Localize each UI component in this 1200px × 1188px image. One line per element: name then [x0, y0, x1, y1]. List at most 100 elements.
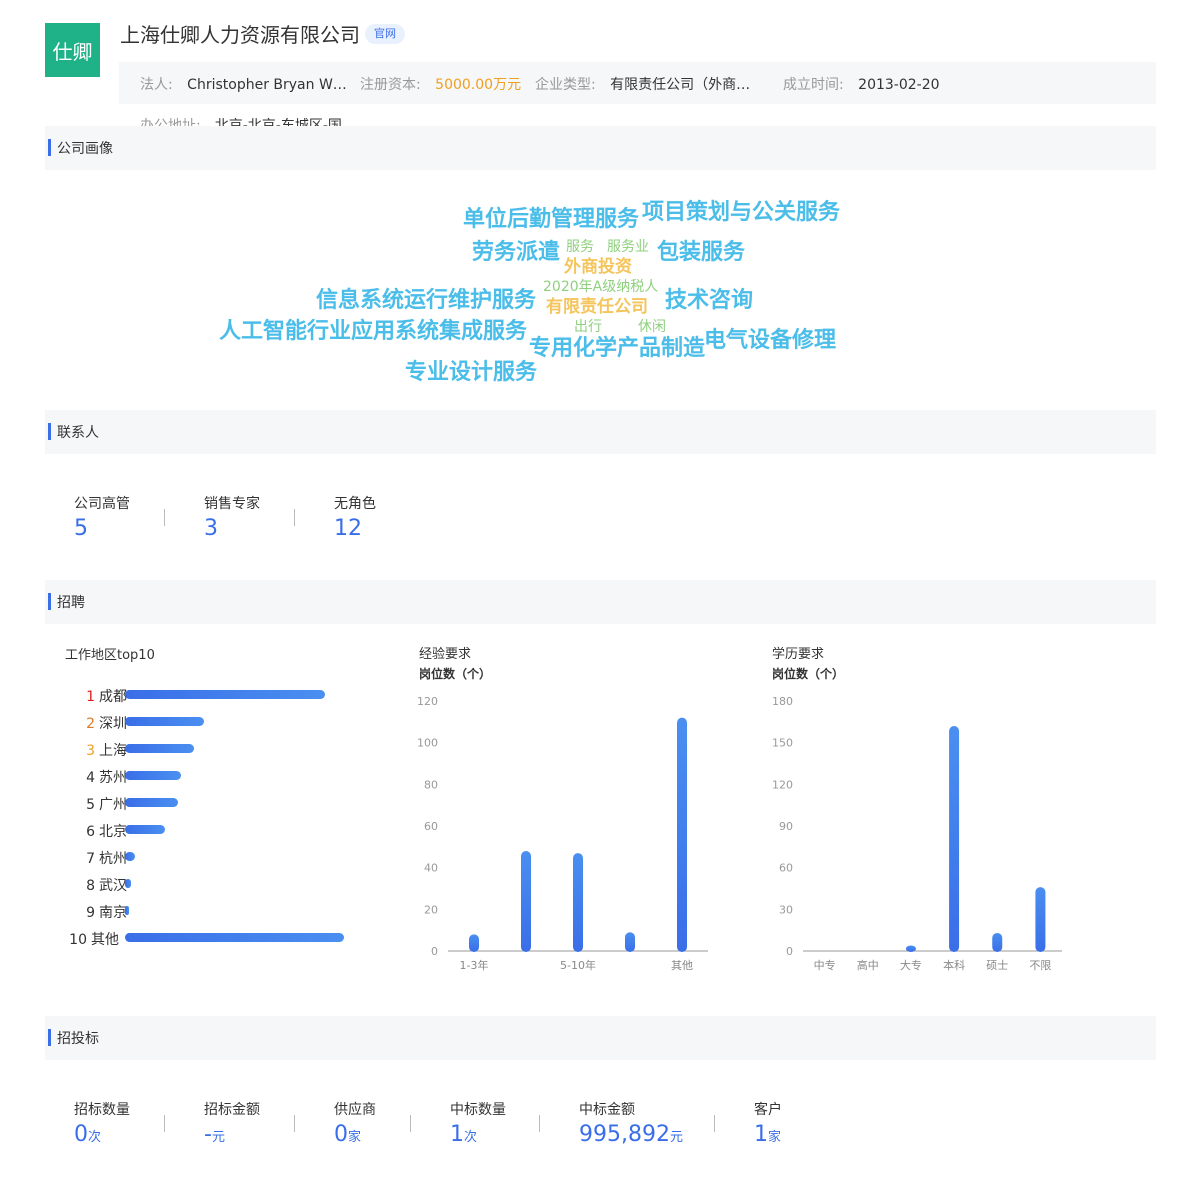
tag-word[interactable]: 专业设计服务 [405, 362, 537, 384]
bar[interactable] [573, 853, 583, 952]
region-rank: 10 [69, 932, 87, 948]
bar[interactable] [677, 717, 687, 952]
tag-word[interactable]: 技术咨询 [665, 290, 753, 312]
y-tick-label: 60 [779, 862, 793, 875]
region-row: 2 深圳 [75, 713, 127, 733]
region-name: 北京 [99, 824, 127, 840]
stat-label: 无角色 [334, 496, 376, 512]
tag-word[interactable]: 专用化学产品制造 [529, 338, 705, 360]
region-bar[interactable] [125, 771, 181, 780]
bid-stat-tender-amount[interactable]: 招标金额 -元 [204, 1099, 260, 1147]
bar[interactable] [469, 934, 479, 952]
tag-word[interactable]: 2020年A级纳税人 [543, 280, 658, 294]
region-rank: 4 [86, 770, 95, 786]
tag-word[interactable]: 有限责任公司 [546, 299, 648, 316]
stat-number: 1 [450, 1122, 464, 1147]
section-bidding: 招投标 [45, 1016, 1156, 1060]
y-tick-label: 80 [424, 778, 438, 791]
region-rank: 3 [86, 743, 95, 759]
section-accent-bar [48, 423, 51, 440]
tag-word[interactable]: 信息系统运行维护服务 [316, 290, 536, 312]
region-rank: 6 [86, 824, 95, 840]
region-chart-title: 工作地区top10 [65, 648, 155, 663]
bid-stat-customers[interactable]: 客户 1家 [754, 1099, 782, 1147]
tag-word[interactable]: 单位后勤管理服务 [463, 209, 639, 231]
stat-value: 5 [74, 516, 88, 541]
region-bar[interactable] [125, 690, 325, 699]
experience-chart-title: 经验要求 [419, 647, 472, 662]
bid-stat-tender-count[interactable]: 招标数量 0次 [74, 1099, 130, 1147]
office-address-label: 办公地址: [140, 118, 201, 126]
stat-value: 0家 [334, 1122, 376, 1147]
tag-word[interactable]: 休闲 [638, 320, 666, 334]
contact-stat-sales[interactable]: 销售专家 3 [204, 493, 260, 541]
region-bar[interactable] [125, 933, 344, 942]
stat-divider [294, 509, 295, 526]
stat-divider [410, 1115, 411, 1132]
region-name: 武汉 [99, 878, 127, 894]
bar[interactable] [625, 932, 635, 952]
tag-word[interactable]: 劳务派遣 [472, 242, 560, 264]
stat-divider [164, 509, 165, 526]
region-name: 其他 [91, 932, 119, 948]
company-type-label: 企业类型: [535, 77, 596, 93]
region-name: 南京 [99, 905, 127, 921]
region-bar[interactable] [125, 825, 165, 834]
bid-stat-win-amount[interactable]: 中标金额 995,892元 [579, 1099, 683, 1147]
x-tick-label: 硕士 [986, 959, 1008, 972]
tag-word[interactable]: 电气设备修理 [704, 330, 836, 352]
region-row: 6 北京 [75, 821, 127, 841]
established: 成立时间: 2013-02-20 [783, 74, 940, 94]
region-rank: 9 [86, 905, 95, 921]
bar[interactable] [521, 851, 531, 952]
tag-word[interactable]: 包装服务 [657, 242, 745, 264]
tag-word[interactable]: 服务业 [607, 240, 649, 254]
tag-word[interactable]: 人工智能行业应用系统集成服务 [219, 321, 527, 343]
region-bar[interactable] [125, 906, 129, 915]
tag-word[interactable]: 出行 [574, 320, 602, 334]
stat-unit: 家 [348, 1130, 362, 1145]
reg-capital-value: 5000.00万元 [435, 77, 522, 93]
region-bar[interactable] [125, 852, 135, 861]
office-address-value: 北京-北京-东城区-国 [214, 118, 342, 126]
stat-label: 中标数量 [450, 1102, 506, 1118]
y-tick-label: 90 [779, 820, 793, 833]
stat-value: 1次 [450, 1122, 506, 1147]
x-tick-label: 不限 [1029, 959, 1051, 972]
tag-word[interactable]: 外商投资 [564, 259, 632, 276]
bid-stat-suppliers[interactable]: 供应商 0家 [334, 1099, 376, 1147]
stat-label: 招标金额 [204, 1102, 260, 1118]
established-value: 2013-02-20 [858, 77, 940, 93]
y-tick-label: 20 [424, 903, 438, 916]
contact-stat-no-role[interactable]: 无角色 12 [334, 493, 376, 541]
stat-value: 0次 [74, 1122, 130, 1147]
stat-label: 招标数量 [74, 1102, 130, 1118]
region-rank: 2 [86, 716, 95, 732]
stat-divider [714, 1115, 715, 1132]
tag-word[interactable]: 项目策划与公关服务 [642, 202, 840, 224]
tag-word[interactable]: 服务 [566, 240, 594, 254]
bid-stat-win-count[interactable]: 中标数量 1次 [450, 1099, 506, 1147]
section-recruit: 招聘 [45, 580, 1156, 624]
bar[interactable] [992, 932, 1003, 952]
y-tick-label: 100 [417, 737, 438, 750]
y-tick-label: 0 [431, 945, 438, 958]
region-bar[interactable] [125, 744, 194, 753]
region-name: 深圳 [99, 716, 127, 732]
region-name: 成都 [99, 689, 127, 705]
region-row: 3 上海 [75, 740, 127, 760]
region-bar[interactable] [125, 879, 131, 888]
region-bar[interactable] [125, 717, 204, 726]
bar[interactable] [1035, 887, 1046, 952]
stat-number: 1 [754, 1122, 768, 1147]
section-accent-bar [48, 1029, 51, 1046]
region-bar[interactable] [125, 798, 178, 807]
stat-unit: 家 [768, 1130, 782, 1145]
bar[interactable] [905, 945, 916, 952]
stat-unit: 元 [669, 1130, 683, 1145]
official-site-badge[interactable]: 官网 [365, 24, 405, 44]
contact-stat-executives[interactable]: 公司高管 5 [74, 493, 130, 541]
legal-rep-value[interactable]: Christopher Bryan W… [187, 77, 347, 93]
region-row: 10 其他 [67, 929, 119, 949]
bar[interactable] [949, 726, 960, 952]
